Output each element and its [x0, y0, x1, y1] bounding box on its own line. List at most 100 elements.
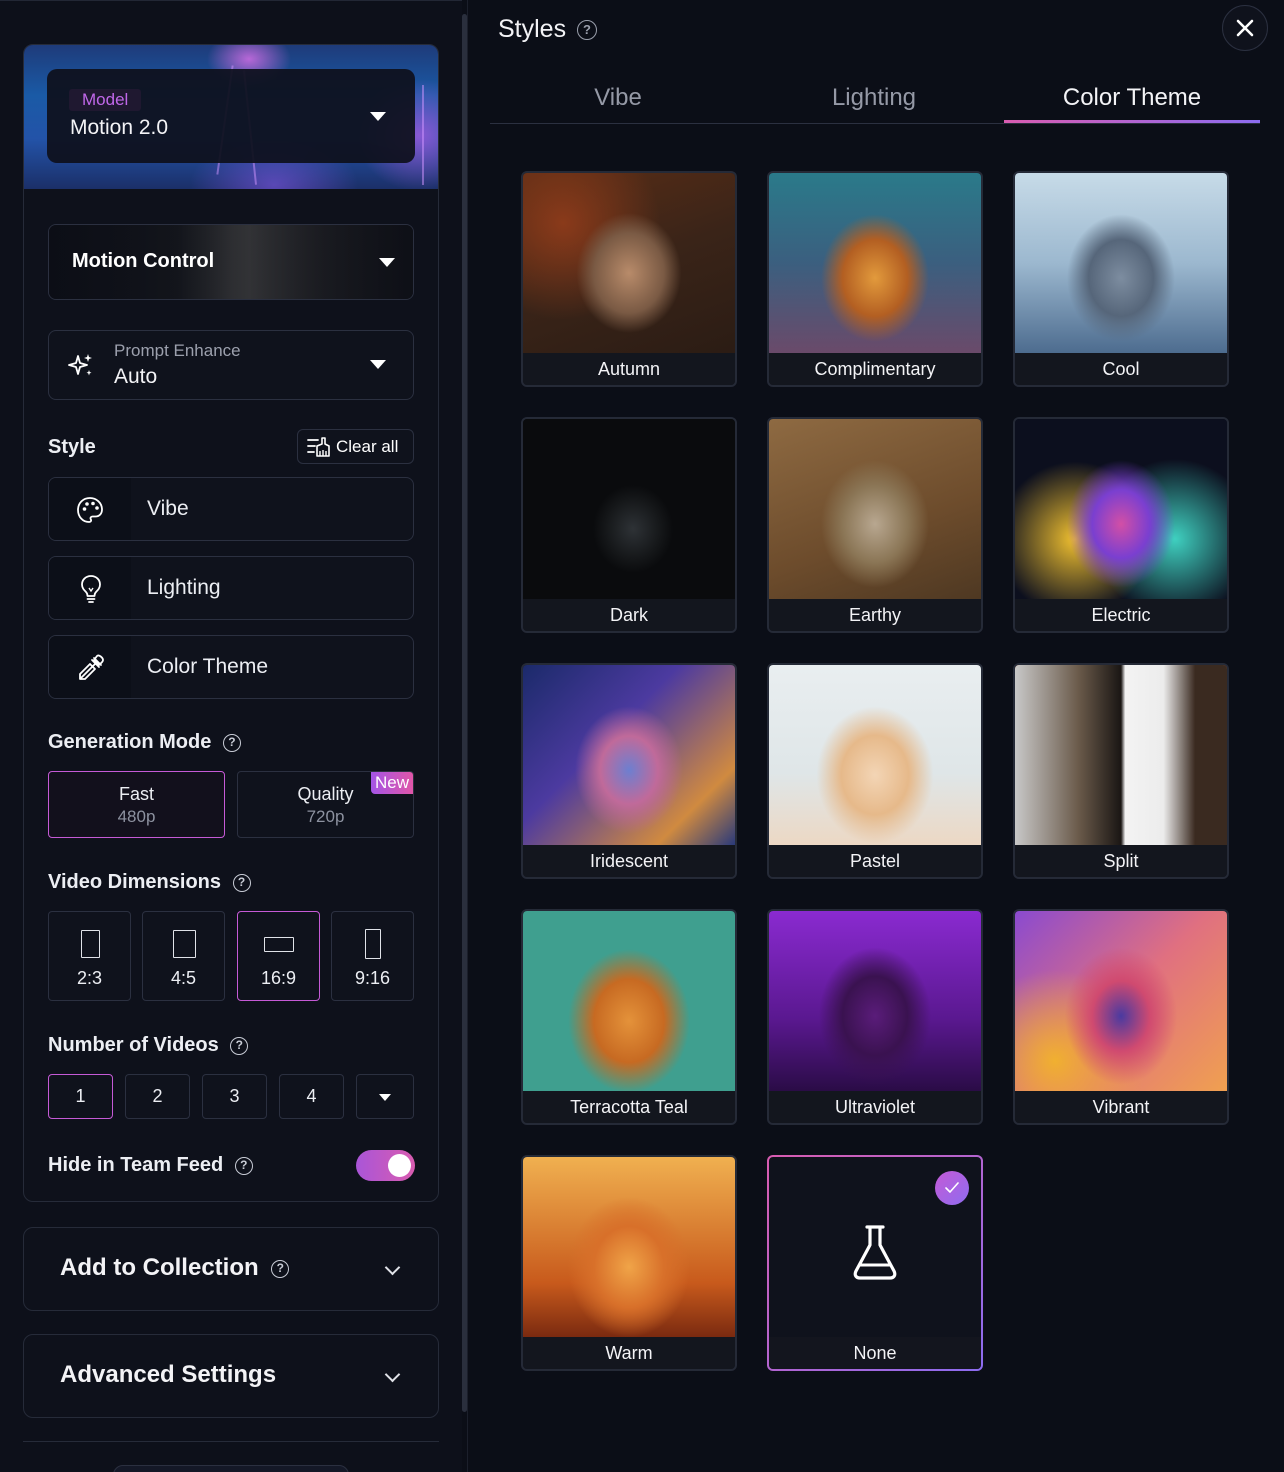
- dimension-9-16-button[interactable]: 9:16: [331, 911, 414, 1001]
- chevron-down-icon: [384, 1259, 401, 1276]
- portrait-frame-icon: [365, 929, 381, 959]
- generation-mode-title: Generation Mode ?: [48, 731, 241, 754]
- theme-tile-split[interactable]: Split: [1013, 663, 1229, 879]
- video-count-more-dropdown[interactable]: [356, 1074, 414, 1119]
- style-row-lighting[interactable]: Lighting: [48, 556, 414, 620]
- model-label: Model: [69, 89, 142, 111]
- theme-tile-pastel[interactable]: Pastel: [767, 663, 983, 879]
- clear-all-label: Clear all: [336, 437, 399, 456]
- bottom-button-partial[interactable]: [113, 1465, 349, 1472]
- theme-tile-vibrant[interactable]: Vibrant: [1013, 909, 1229, 1125]
- model-selector[interactable]: Model Motion 2.0: [47, 69, 415, 163]
- cat-thumbnail: [523, 419, 735, 599]
- theme-tile-electric[interactable]: Electric: [1013, 417, 1229, 633]
- theme-tile-cool[interactable]: Cool: [1013, 171, 1229, 387]
- motion-control-dropdown[interactable]: Motion Control: [48, 224, 414, 300]
- theme-tile-none[interactable]: None: [767, 1155, 983, 1371]
- close-button[interactable]: [1222, 5, 1268, 51]
- cat-thumbnail: [769, 911, 981, 1091]
- hide-in-team-feed-toggle[interactable]: [356, 1150, 415, 1181]
- style-row-vibe[interactable]: Vibe: [48, 477, 414, 541]
- cat-thumbnail: [523, 665, 735, 845]
- video-count-2-button[interactable]: 2: [125, 1074, 190, 1119]
- sparkle-icon: [68, 354, 92, 376]
- add-to-collection-title: Add to Collection ?: [60, 1254, 290, 1282]
- cat-thumbnail: [523, 173, 735, 353]
- cat-thumbnail: [769, 419, 981, 599]
- portrait-frame-icon: [81, 930, 100, 958]
- cat-thumbnail: [1015, 173, 1227, 353]
- dropdown-caret-icon: [370, 360, 386, 369]
- tab-vibe[interactable]: Vibe: [490, 75, 746, 123]
- help-icon[interactable]: ?: [577, 20, 597, 40]
- theme-tile-warm[interactable]: Warm: [521, 1155, 737, 1371]
- style-section-title: Style: [48, 436, 96, 458]
- model-value: Motion 2.0: [70, 116, 169, 139]
- theme-caption: Ultraviolet: [769, 1091, 981, 1123]
- help-icon[interactable]: ?: [271, 1259, 290, 1278]
- cat-thumbnail: [523, 911, 735, 1091]
- styles-panel: Styles ? Vibe Lighting Color Theme Autum…: [468, 0, 1284, 1472]
- cat-thumbnail: [1015, 911, 1227, 1091]
- flask-icon: [853, 1225, 897, 1280]
- advanced-settings-accordion[interactable]: Advanced Settings: [23, 1334, 439, 1418]
- style-row-color-theme[interactable]: Color Theme: [48, 635, 414, 699]
- advanced-settings-title: Advanced Settings: [60, 1361, 277, 1388]
- style-row-label: Vibe: [147, 497, 189, 520]
- theme-tile-iridescent[interactable]: Iridescent: [521, 663, 737, 879]
- cat-thumbnail: [1015, 665, 1227, 845]
- theme-caption: Cool: [1015, 353, 1227, 385]
- theme-caption: Pastel: [769, 845, 981, 877]
- theme-tile-ultraviolet[interactable]: Ultraviolet: [767, 909, 983, 1125]
- theme-caption: Warm: [523, 1337, 735, 1369]
- styles-title: Styles: [498, 15, 567, 43]
- theme-tile-earthy[interactable]: Earthy: [767, 417, 983, 633]
- theme-caption: Dark: [523, 599, 735, 631]
- theme-caption: Complimentary: [769, 353, 981, 385]
- theme-caption: Terracotta Teal: [523, 1091, 735, 1123]
- mode-name: Fast: [118, 784, 154, 804]
- dimension-2-3-button[interactable]: 2:3: [48, 911, 131, 1001]
- new-badge: New: [370, 772, 413, 794]
- video-count-4-button[interactable]: 4: [279, 1074, 344, 1119]
- theme-caption: Iridescent: [523, 845, 735, 877]
- dimension-4-5-button[interactable]: 4:5: [142, 911, 225, 1001]
- help-icon[interactable]: ?: [230, 1036, 249, 1055]
- help-icon[interactable]: ?: [222, 733, 241, 752]
- theme-caption: Split: [1015, 845, 1227, 877]
- dropdown-caret-icon: [370, 112, 386, 121]
- generation-settings-card: Model Motion 2.0 Motion Control Prompt E…: [23, 44, 439, 1202]
- prompt-enhance-label: Prompt Enhance: [114, 341, 241, 360]
- add-to-collection-accordion[interactable]: Add to Collection ?: [23, 1227, 439, 1311]
- dimension-label: 16:9: [260, 968, 297, 988]
- lightbulb-icon: [81, 575, 101, 603]
- theme-tile-autumn[interactable]: Autumn: [521, 171, 737, 387]
- tab-lighting[interactable]: Lighting: [746, 75, 1002, 123]
- palette-icon: [77, 497, 103, 523]
- motion-control-label: Motion Control: [72, 250, 215, 272]
- video-count-1-button[interactable]: 1: [48, 1074, 113, 1119]
- mode-fast-button[interactable]: Fast 480p: [48, 771, 225, 838]
- prompt-enhance-value: Auto: [114, 365, 158, 388]
- theme-tile-terracotta-teal[interactable]: Terracotta Teal: [521, 909, 737, 1125]
- help-icon[interactable]: ?: [234, 1156, 253, 1175]
- mode-quality-button[interactable]: Quality 720p New: [237, 771, 414, 838]
- style-tabs: Vibe Lighting Color Theme: [490, 75, 1260, 124]
- theme-caption: Electric: [1015, 599, 1227, 631]
- tab-color-theme[interactable]: Color Theme: [1004, 75, 1260, 123]
- dimension-16-9-button[interactable]: 16:9: [237, 911, 320, 1001]
- cat-thumbnail: [769, 173, 981, 353]
- theme-tile-dark[interactable]: Dark: [521, 417, 737, 633]
- video-count-3-button[interactable]: 3: [202, 1074, 267, 1119]
- prompt-enhance-dropdown[interactable]: Prompt Enhance Auto: [48, 330, 414, 400]
- help-icon[interactable]: ?: [232, 873, 251, 892]
- dimension-label: 2:3: [76, 968, 103, 988]
- dimension-label: 9:16: [354, 968, 391, 988]
- landscape-frame-icon: [264, 937, 294, 952]
- cat-thumbnail: [1015, 419, 1227, 599]
- eyedropper-icon: [79, 654, 104, 680]
- theme-tile-complimentary[interactable]: Complimentary: [767, 171, 983, 387]
- clear-all-button[interactable]: Clear all: [297, 429, 414, 464]
- cat-thumbnail: [769, 665, 981, 845]
- hide-in-team-feed-title: Hide in Team Feed ?: [48, 1154, 253, 1177]
